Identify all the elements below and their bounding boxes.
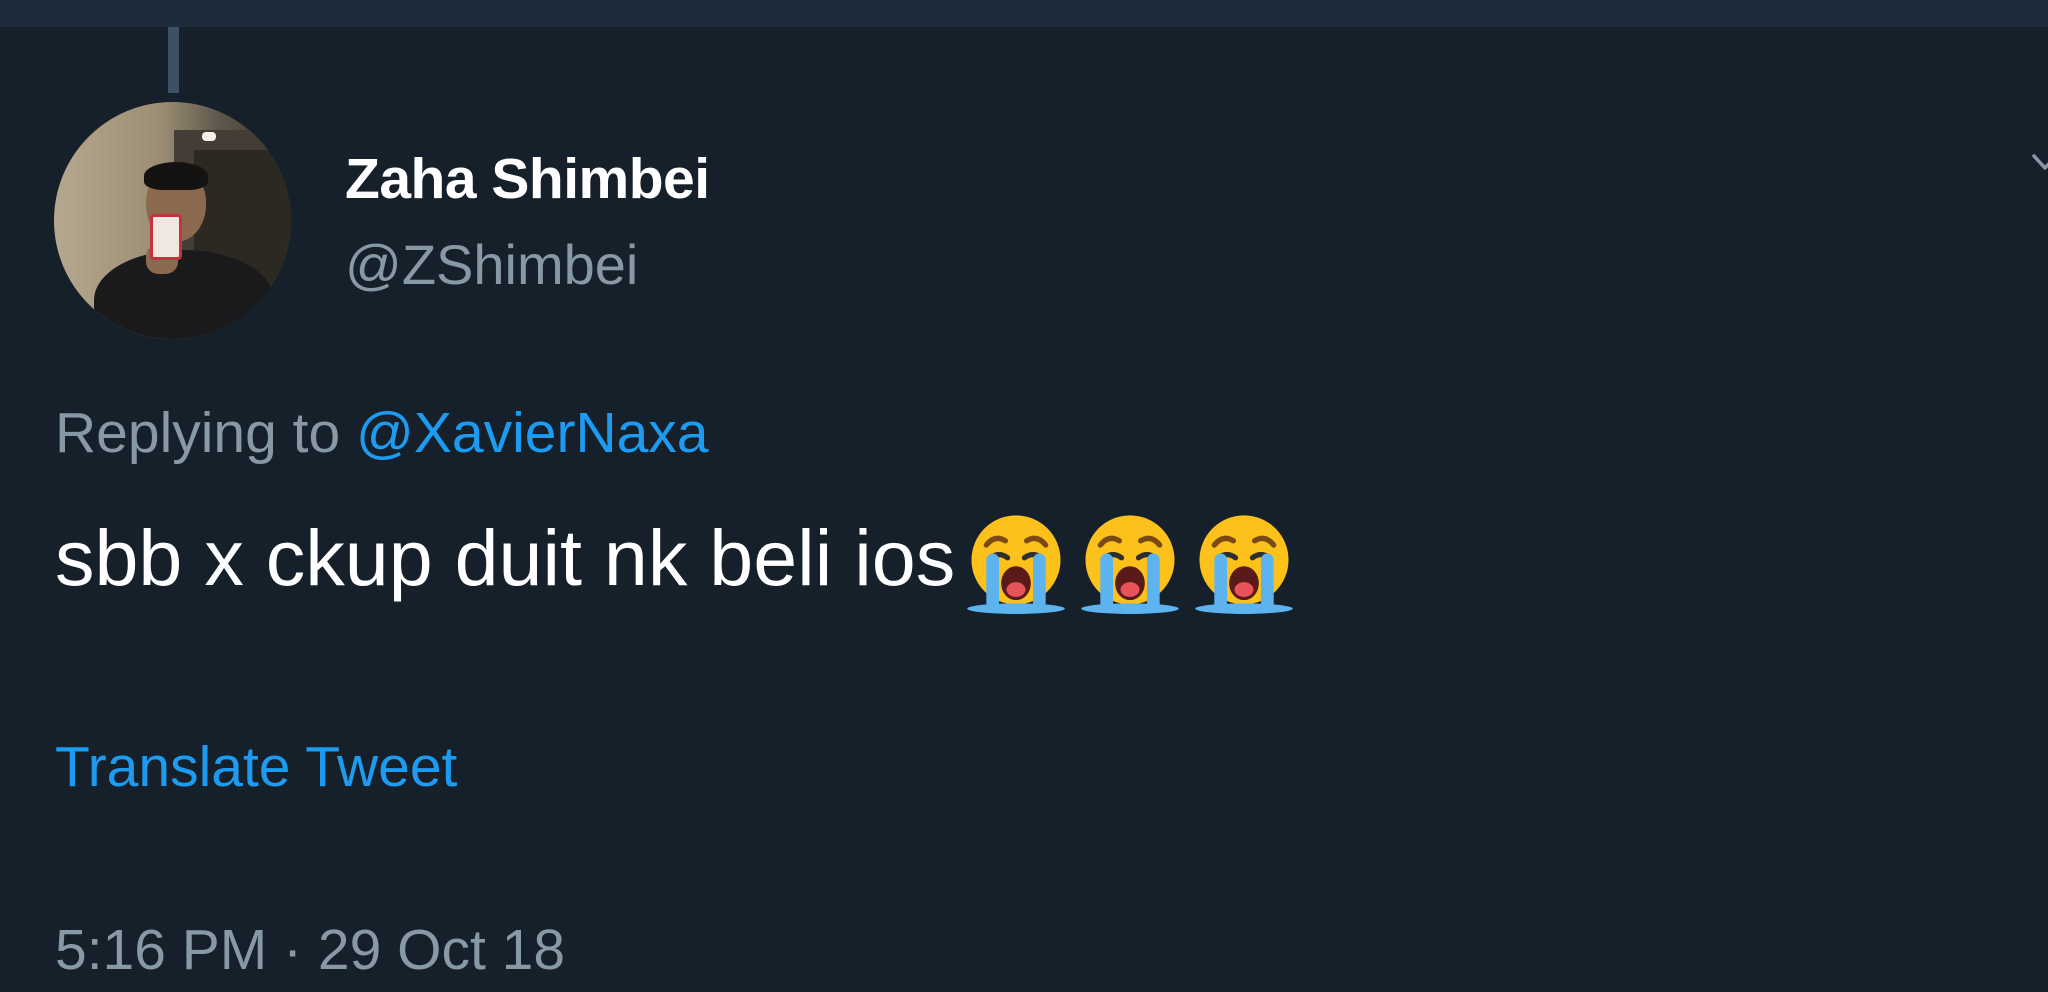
thread-connector-line [168,27,179,93]
avatar-background-light [202,132,216,141]
loudly-crying-face-icon [1081,515,1179,614]
chevron-down-icon[interactable] [2030,150,2048,180]
loudly-crying-face-icon [1195,515,1293,614]
tweet-text-body: sbb x ckup duit nk beli ios [55,513,956,602]
top-bar [0,0,2048,27]
tweet-text: sbb x ckup duit nk beli ios [55,505,1297,614]
avatar-person-body [94,250,274,339]
replying-to-line: Replying to @XavierNaxa [55,400,709,466]
avatar-person-hair [144,162,208,190]
replying-to-mention-link[interactable]: @XavierNaxa [356,401,709,465]
replying-to-label: Replying to [55,401,341,465]
tweet-timestamp[interactable]: 5:16 PM · 29 Oct 18 [55,917,565,983]
avatar-phone [150,214,182,260]
translate-tweet-link[interactable]: Translate Tweet [55,734,457,800]
loudly-crying-face-icon [967,515,1065,614]
avatar[interactable] [54,102,291,339]
display-name[interactable]: Zaha Shimbei [345,146,710,212]
user-handle[interactable]: @ZShimbei [345,232,638,297]
